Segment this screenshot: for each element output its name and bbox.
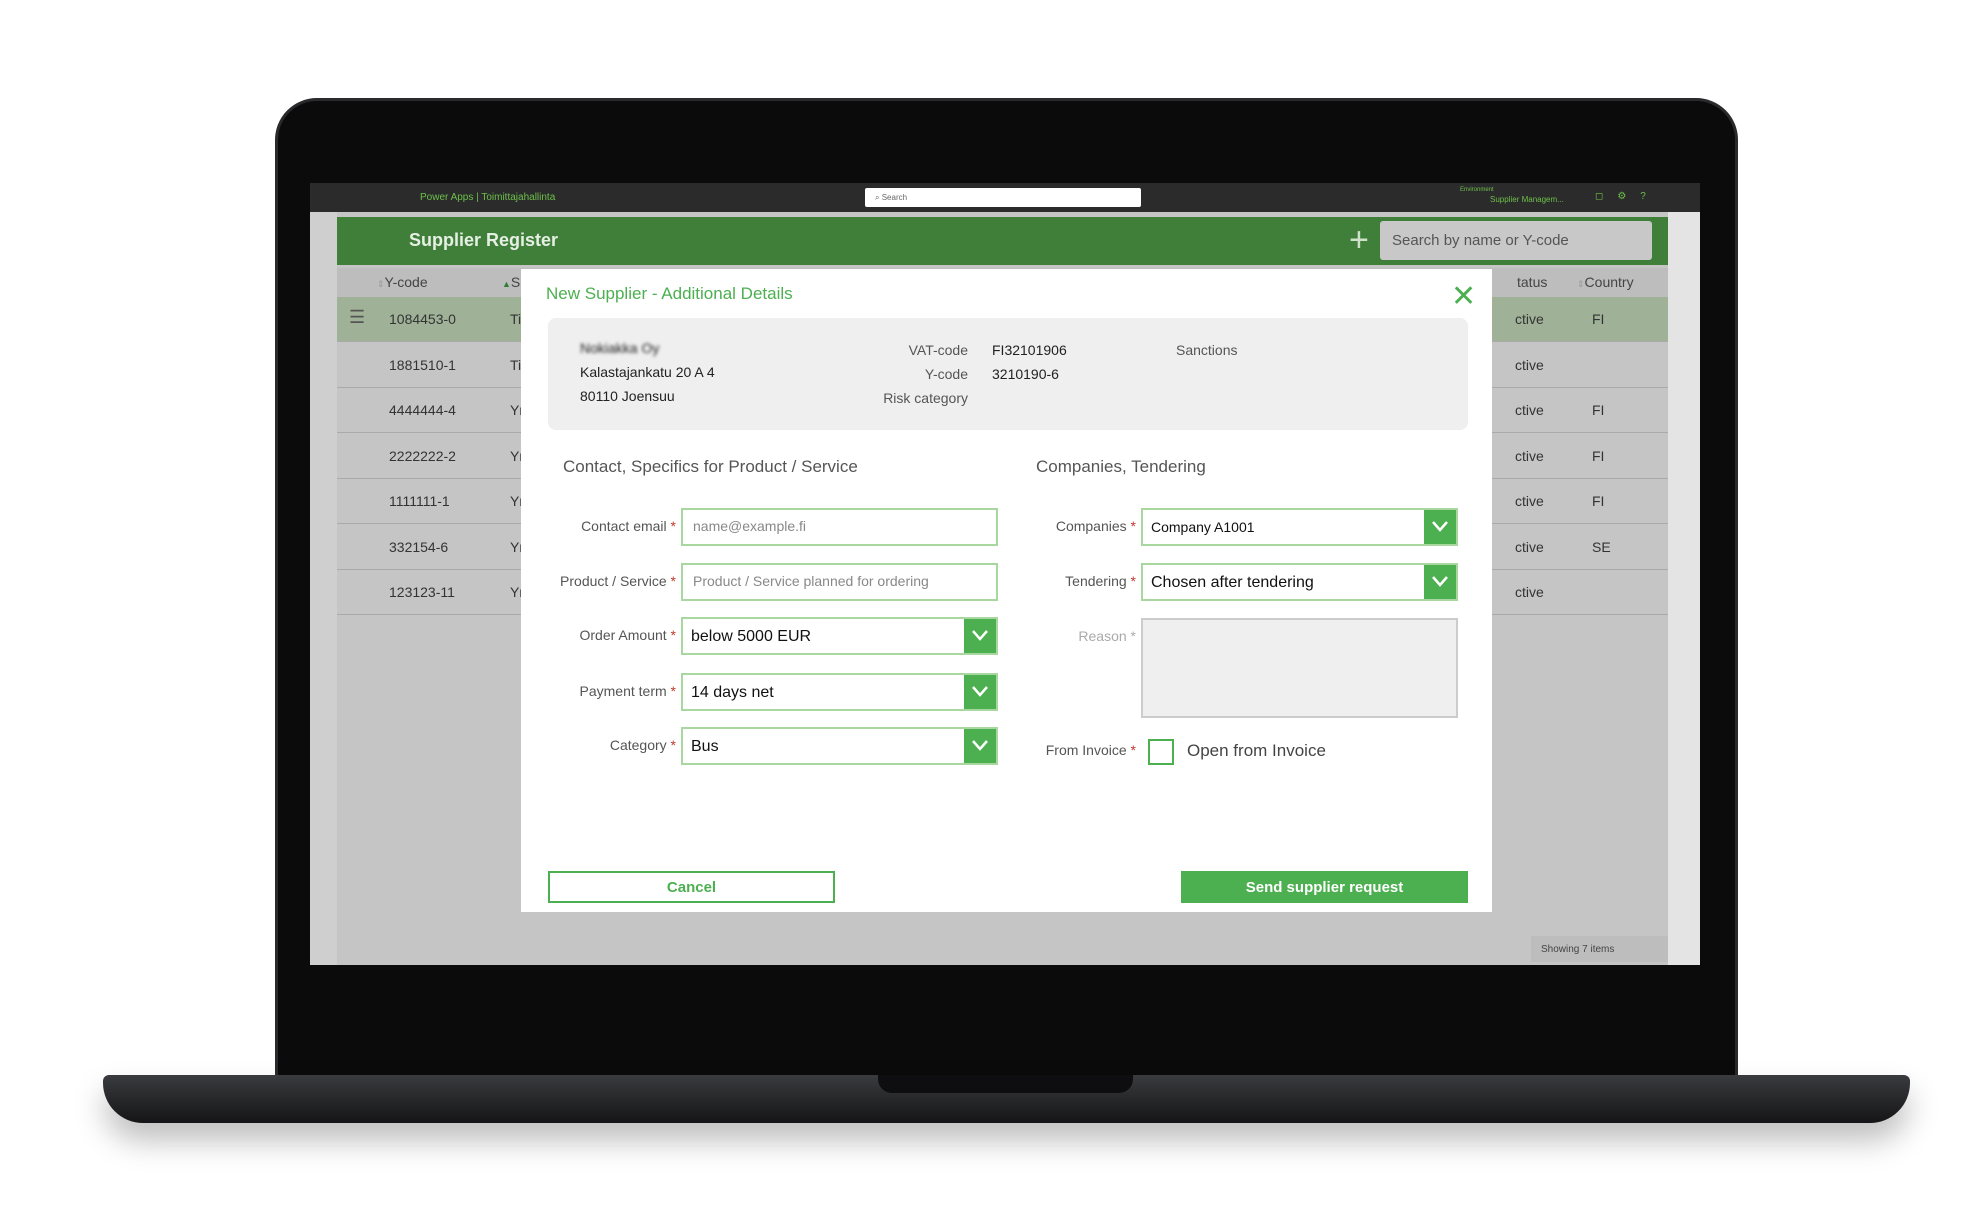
dropdown-value: 14 days net [691, 684, 774, 701]
order-amount-dropdown[interactable]: below 5000 EUR [681, 617, 998, 655]
topbar-icons: ◻⚙? [1595, 191, 1660, 202]
cell-status: ctive [1515, 493, 1544, 509]
item-count: Showing 7 items [1531, 936, 1668, 962]
cell-ycode: 1084453-0 [389, 311, 456, 327]
top-bar: Power Apps | Toimittajahallinta ⌕ Search… [310, 183, 1700, 212]
search-input[interactable] [1380, 221, 1652, 260]
chevron-down-icon[interactable] [1424, 565, 1456, 599]
new-supplier-dialog: New Supplier - Additional Details ✕ Noki… [521, 269, 1492, 912]
supplier-name: Nokiakka Oy [580, 340, 660, 356]
cancel-button[interactable]: Cancel [548, 871, 835, 903]
laptop-notch [878, 1075, 1133, 1093]
page-title: Supplier Register [409, 230, 559, 250]
cell-ycode: 332154-6 [389, 538, 449, 555]
cell-status: ctive [1515, 356, 1544, 373]
chevron-down-icon[interactable] [964, 675, 996, 709]
companies-dropdown[interactable]: Company A1001 [1141, 508, 1458, 546]
supplier-city: 80110 Joensuu [580, 388, 675, 404]
email-label: Contact email * [581, 518, 676, 534]
left-strip [310, 212, 337, 965]
cell-country: FI [1592, 311, 1605, 327]
global-search[interactable]: ⌕ Search [865, 188, 1141, 207]
cell-status: ctive [1515, 447, 1544, 464]
reason-label: Reason * [1078, 628, 1136, 644]
category-dropdown[interactable]: Bus [681, 727, 998, 765]
dropdown-value: Company A1001 [1151, 519, 1255, 535]
tendering-dropdown[interactable]: Chosen after tendering [1141, 563, 1458, 601]
ycode-label: Y-code [924, 366, 968, 382]
close-icon[interactable]: ✕ [1451, 279, 1476, 314]
ycode-value: 3210190-6 [992, 366, 1059, 382]
environment-picker[interactable]: Environment Supplier Managem... [1460, 186, 1564, 204]
cell-name: Ti [510, 356, 522, 373]
add-supplier-button[interactable]: + [1349, 221, 1369, 260]
reason-textarea[interactable] [1141, 618, 1458, 718]
cell-ycode: 1111111-1 [389, 493, 450, 509]
supplier-street: Kalastajankatu 20 A 4 [580, 364, 715, 380]
payment-term-dropdown[interactable]: 14 days net [681, 673, 998, 711]
companies-label: Companies * [1055, 518, 1136, 534]
column-country[interactable]: ⇕Country [1577, 274, 1634, 290]
vat-label: VAT-code [908, 342, 968, 358]
app-brand[interactable]: Power Apps | Toimittajahallinta [420, 192, 555, 203]
column-status[interactable]: tatus [1517, 274, 1547, 290]
risk-label: Risk category [883, 390, 968, 406]
dropdown-value: Chosen after tendering [1151, 574, 1314, 591]
contact-email-input[interactable] [681, 508, 998, 546]
right-strip [1668, 212, 1700, 965]
column-ycode[interactable]: ⇕Y-code [377, 274, 428, 290]
send-supplier-request-button[interactable]: Send supplier request [1181, 871, 1468, 903]
invoice-label: From Invoice * [1045, 742, 1136, 758]
section-contact: Contact, Specifics for Product / Service [563, 457, 858, 476]
cell-ycode: 123123-11 [389, 584, 455, 600]
cell-country: FI [1592, 493, 1605, 509]
vat-value: FI32101906 [992, 342, 1067, 358]
supplier-info-card: Nokiakka Oy Kalastajankatu 20 A 4 80110 … [548, 318, 1468, 430]
dropdown-value: below 5000 EUR [691, 628, 812, 645]
sanctions-label: Sanctions [1176, 342, 1238, 358]
category-label: Category * [609, 737, 676, 753]
cell-country: FI [1592, 447, 1605, 464]
gear-icon[interactable]: ⚙ [1617, 191, 1640, 202]
open-from-invoice-checkbox[interactable] [1148, 739, 1174, 765]
section-companies: Companies, Tendering [1036, 457, 1206, 476]
dialog-title: New Supplier - Additional Details [546, 284, 793, 303]
product-label: Product / Service * [560, 573, 676, 589]
chevron-down-icon[interactable] [1424, 510, 1456, 544]
cell-name: Ti [510, 311, 522, 327]
tendering-label: Tendering * [1065, 573, 1136, 589]
cell-country: SE [1592, 538, 1611, 555]
column-label: Country [1584, 274, 1634, 290]
cell-status: ctive [1515, 402, 1544, 418]
dropdown-value: Bus [691, 738, 719, 755]
cell-country: FI [1592, 402, 1605, 418]
cell-status: ctive [1515, 538, 1544, 555]
checkbox-label[interactable]: Open from Invoice [1187, 741, 1326, 761]
cell-ycode: 2222222-2 [389, 447, 456, 464]
payment-label: Payment term * [579, 683, 676, 699]
global-search-placeholder: Search [881, 193, 908, 202]
app-header: Supplier Register + [337, 217, 1668, 265]
env-name: Supplier Managem... [1490, 195, 1564, 204]
column-label: Y-code [384, 274, 428, 290]
bell-icon[interactable]: ◻ [1595, 191, 1617, 202]
cell-status: ctive [1515, 311, 1544, 327]
amount-label: Order Amount * [579, 627, 677, 643]
cell-ycode: 4444444-4 [389, 402, 456, 418]
help-icon[interactable]: ? [1640, 191, 1660, 202]
env-label: Environment [1460, 187, 1494, 193]
cell-status: ctive [1515, 584, 1544, 600]
row-menu-icon[interactable]: ☰ [349, 307, 365, 328]
product-service-input[interactable] [681, 563, 998, 601]
cell-ycode: 1881510-1 [389, 356, 456, 373]
